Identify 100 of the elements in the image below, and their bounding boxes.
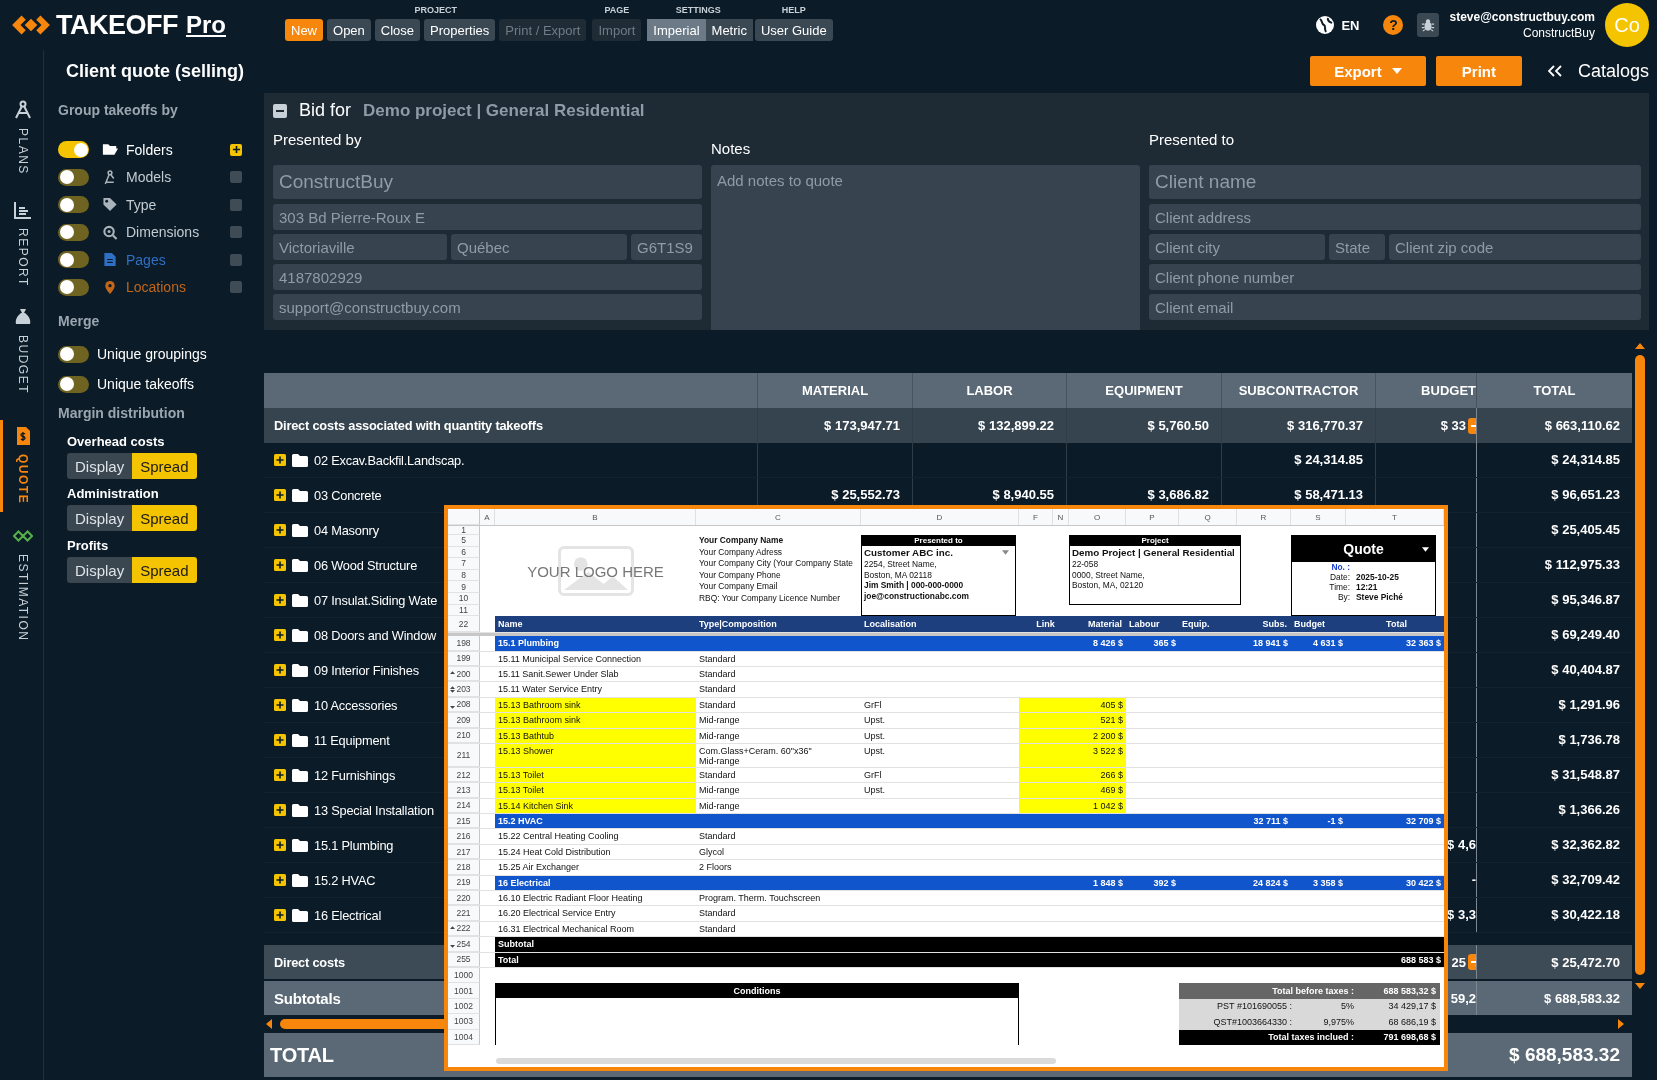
input-field[interactable]: support@constructbuy.com bbox=[273, 294, 702, 320]
rail-tab[interactable]: BUDGET bbox=[0, 300, 43, 400]
help-button[interactable]: ? bbox=[1383, 15, 1404, 35]
column-header[interactable]: B bbox=[495, 509, 696, 525]
input-field[interactable]: Client city bbox=[1149, 234, 1325, 260]
row-number[interactable]: 218 bbox=[448, 860, 480, 875]
row-number[interactable]: 203 bbox=[448, 682, 480, 697]
toggle-switch[interactable] bbox=[58, 168, 89, 186]
expand-icon[interactable] bbox=[274, 489, 286, 501]
input-field[interactable]: G6T1S9 bbox=[631, 234, 702, 260]
group-marker-icon[interactable] bbox=[450, 686, 455, 694]
sheet-scrollbar[interactable] bbox=[496, 1058, 1056, 1064]
expand-icon[interactable] bbox=[274, 839, 286, 851]
expand-icon[interactable] bbox=[274, 454, 286, 466]
menu-button[interactable]: Close bbox=[374, 19, 421, 41]
row-number[interactable]: 213 bbox=[448, 783, 480, 798]
menu-button[interactable]: Open bbox=[327, 19, 371, 41]
row-number[interactable]: 5 bbox=[448, 535, 480, 547]
row-number[interactable]: 209 bbox=[448, 713, 480, 728]
menu-button[interactable]: Imperial bbox=[647, 19, 706, 41]
input-field[interactable]: Client email bbox=[1149, 294, 1641, 320]
toggle-switch[interactable] bbox=[58, 345, 89, 363]
row-number[interactable]: 1003 bbox=[448, 1014, 480, 1030]
segment-button[interactable]: Spread bbox=[132, 557, 197, 583]
input-field[interactable]: Client phone number bbox=[1149, 264, 1641, 290]
input-field[interactable]: 4187802929 bbox=[273, 264, 702, 290]
table-row[interactable]: 02 Excav.Backfil.Landscap. $ 24,314.85 $ 24,314.85 bbox=[264, 443, 1632, 478]
menu-button[interactable]: Properties bbox=[424, 19, 496, 41]
row-number[interactable]: 216 bbox=[448, 829, 480, 844]
row-number[interactable]: 215 bbox=[448, 814, 480, 829]
row-number[interactable]: 221 bbox=[448, 906, 480, 921]
input-field[interactable]: ConstructBuy bbox=[273, 165, 702, 199]
toggle-switch[interactable] bbox=[58, 196, 89, 214]
row-number[interactable]: 1001 bbox=[448, 983, 480, 999]
catalogs-button[interactable]: Catalogs bbox=[1547, 60, 1649, 82]
input-field[interactable]: Client zip code bbox=[1389, 234, 1641, 260]
checkbox[interactable] bbox=[230, 171, 242, 184]
expand-icon[interactable] bbox=[274, 699, 286, 711]
tag-icon bbox=[102, 197, 118, 213]
expand-icon[interactable] bbox=[274, 594, 286, 606]
expand-icon[interactable] bbox=[274, 734, 286, 746]
column-header[interactable]: T bbox=[1346, 509, 1444, 525]
column-header[interactable]: D bbox=[861, 509, 1019, 525]
expand-icon[interactable] bbox=[274, 874, 286, 886]
expand-icon[interactable] bbox=[274, 559, 286, 571]
segment-button[interactable]: Display bbox=[67, 557, 133, 583]
checkbox[interactable] bbox=[230, 253, 242, 266]
input-field[interactable]: Québec bbox=[451, 234, 627, 260]
toggle-switch[interactable] bbox=[58, 251, 89, 269]
expand-icon[interactable] bbox=[274, 804, 286, 816]
expand-icon[interactable] bbox=[274, 629, 286, 641]
input-field[interactable]: Victoriaville bbox=[273, 234, 447, 260]
row-number[interactable]: 9 bbox=[448, 581, 480, 593]
column-header[interactable]: R bbox=[1237, 509, 1291, 525]
segment-button[interactable]: Display bbox=[67, 505, 133, 531]
row-number[interactable]: 211 bbox=[448, 743, 480, 767]
column-header[interactable]: Q bbox=[1179, 509, 1237, 525]
rail-tab[interactable]: PLANS bbox=[0, 94, 43, 186]
row-number[interactable]: 1 bbox=[448, 526, 480, 535]
input-field[interactable]: Client address bbox=[1149, 204, 1641, 230]
expand-icon[interactable] bbox=[274, 524, 286, 536]
toggle-switch[interactable] bbox=[58, 278, 89, 296]
expand-icon[interactable] bbox=[274, 769, 286, 781]
checkbox[interactable] bbox=[230, 281, 242, 294]
row-number[interactable]: 7 bbox=[448, 558, 480, 570]
column-header[interactable]: A bbox=[480, 509, 495, 525]
notes-field[interactable]: Add notes to quote bbox=[711, 165, 1140, 330]
row-number[interactable]: 22 bbox=[448, 616, 480, 633]
segment-button[interactable]: Display bbox=[67, 453, 133, 479]
segment-button[interactable]: Spread bbox=[132, 453, 197, 479]
rail-tab[interactable]: ESTIMATION bbox=[0, 519, 43, 648]
column-header[interactable]: P bbox=[1126, 509, 1179, 525]
row-number[interactable]: 198 bbox=[448, 636, 480, 651]
input-field[interactable]: Client name bbox=[1149, 165, 1641, 199]
column-header[interactable]: N bbox=[1053, 509, 1069, 525]
column-header[interactable]: F bbox=[1019, 509, 1053, 525]
input-field[interactable]: State bbox=[1329, 234, 1385, 260]
collapse-icon[interactable] bbox=[273, 103, 287, 118]
column-header[interactable]: C bbox=[696, 509, 861, 525]
rail-tab[interactable]: QUOTE bbox=[0, 419, 43, 512]
menu-button[interactable]: Metric bbox=[705, 19, 753, 41]
checkbox[interactable] bbox=[230, 226, 242, 239]
toggle-switch[interactable] bbox=[58, 375, 89, 393]
checkbox[interactable] bbox=[230, 143, 242, 156]
row-number[interactable]: 254 bbox=[448, 937, 480, 952]
column-header[interactable]: S bbox=[1291, 509, 1346, 525]
bug-report-button[interactable] bbox=[1417, 13, 1440, 37]
dropdown-icon[interactable] bbox=[1422, 546, 1429, 552]
column-header[interactable]: O bbox=[1069, 509, 1126, 525]
rail-tab[interactable]: REPORT bbox=[0, 194, 43, 293]
checkbox[interactable] bbox=[230, 198, 242, 211]
input-field[interactable]: 303 Bd Pierre-Roux E bbox=[273, 204, 702, 230]
segment-button[interactable]: Spread bbox=[132, 505, 197, 531]
expand-icon[interactable] bbox=[274, 909, 286, 921]
row-number[interactable]: 220 bbox=[448, 891, 480, 906]
language-button[interactable]: EN bbox=[1315, 15, 1360, 35]
toggle-switch[interactable] bbox=[58, 223, 89, 241]
menu-button[interactable]: User Guide bbox=[754, 19, 833, 41]
toggle-switch[interactable] bbox=[58, 141, 89, 159]
expand-icon[interactable] bbox=[274, 664, 286, 676]
